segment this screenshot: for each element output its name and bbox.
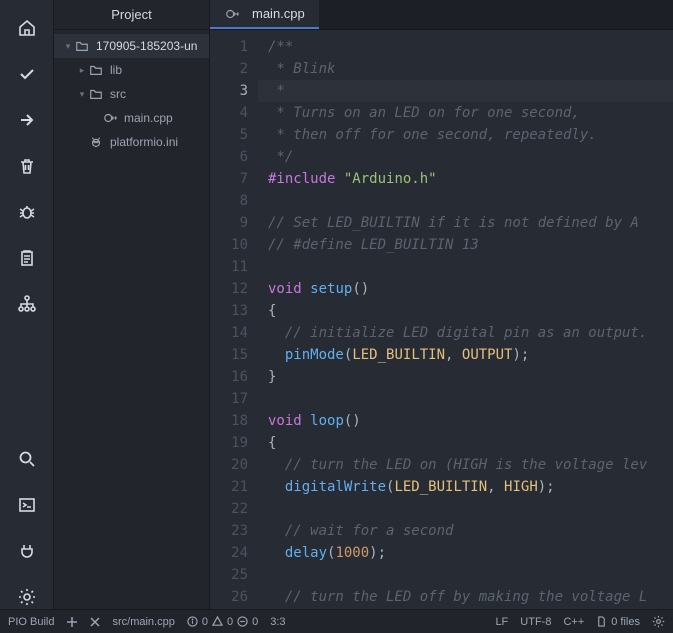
code-line — [258, 388, 673, 410]
home-icon[interactable] — [15, 16, 39, 40]
code-line: // turn the LED on (HIGH is the voltage … — [258, 454, 673, 476]
cpp-icon — [224, 7, 240, 21]
code-line: } — [258, 366, 673, 388]
bug-icon[interactable] — [15, 200, 39, 224]
status-bar: PIO Build src/main.cpp 0 0 0 3:3 LF UTF-… — [0, 609, 673, 633]
code-line: * Turns on an LED on for one second, — [258, 102, 673, 124]
code-line: delay(1000); — [258, 542, 673, 564]
terminal-icon[interactable] — [15, 493, 39, 517]
warning-icon — [212, 616, 223, 627]
error-icon — [237, 616, 248, 627]
pio-icon — [88, 135, 104, 149]
code-line: // wait for a second — [258, 520, 673, 542]
status-lang[interactable]: C++ — [563, 616, 584, 628]
tree-label: src — [110, 87, 126, 101]
status-eol[interactable]: LF — [495, 616, 508, 628]
code-line: * — [258, 80, 673, 102]
tab-label: main.cpp — [252, 6, 305, 21]
activity-bar — [0, 0, 54, 609]
line-gutter: 1234567891011121314151617181920212223242… — [210, 30, 258, 609]
status-build[interactable]: PIO Build — [8, 616, 54, 628]
code-line: /** — [258, 36, 673, 58]
tree-row[interactable]: platformio.ini — [54, 130, 209, 154]
tree-label: platformio.ini — [110, 135, 178, 149]
status-close[interactable] — [90, 617, 100, 627]
search-icon[interactable] — [15, 447, 39, 471]
project-panel: Project ▾ 170905-185203-un ▸ lib ▾ src main.cp… — [54, 0, 210, 609]
code-line: { — [258, 300, 673, 322]
code-line: pinMode(LED_BUILTIN, OUTPUT); — [258, 344, 673, 366]
editor-area: main.cpp 1234567891011121314151617181920… — [210, 0, 673, 609]
project-panel-title: Project — [54, 0, 209, 30]
cpp-icon — [102, 111, 118, 125]
code-line: // #define LED_BUILTIN 13 — [258, 234, 673, 256]
code-line — [258, 564, 673, 586]
clipboard-icon[interactable] — [15, 246, 39, 270]
tree-row[interactable]: ▸ lib — [54, 58, 209, 82]
tree-row[interactable]: ▾ src — [54, 82, 209, 106]
code-line: * then off for one second, repeatedly. — [258, 124, 673, 146]
disclosure-icon: ▾ — [76, 89, 88, 100]
arrow-right-icon[interactable] — [15, 108, 39, 132]
code-line: { — [258, 432, 673, 454]
tab-bar: main.cpp — [210, 0, 673, 30]
code-line: #include "Arduino.h" — [258, 168, 673, 190]
folder-icon — [88, 87, 104, 101]
code-line: */ — [258, 146, 673, 168]
status-files[interactable]: 0 files — [596, 616, 640, 628]
code-line: void setup() — [258, 278, 673, 300]
file-tree: ▾ 170905-185203-un ▸ lib ▾ src main.cpp platfor… — [54, 30, 209, 158]
file-icon — [596, 616, 607, 627]
plug-icon[interactable] — [15, 539, 39, 563]
status-cursor[interactable]: 3:3 — [270, 616, 285, 628]
gear-icon[interactable] — [15, 585, 39, 609]
disclosure-icon: ▾ — [62, 41, 74, 52]
check-icon[interactable] — [15, 62, 39, 86]
tree-label: 170905-185203-un — [96, 39, 197, 53]
code-line: // initialize LED digital pin as an outp… — [258, 322, 673, 344]
code-line: void loop() — [258, 410, 673, 432]
tree-row[interactable]: ▾ 170905-185203-un — [54, 34, 209, 58]
folder-icon — [74, 39, 90, 53]
code-line — [258, 498, 673, 520]
code-line — [258, 256, 673, 278]
info-icon — [187, 616, 198, 627]
trash-icon[interactable] — [15, 154, 39, 178]
code-line: * Blink — [258, 58, 673, 80]
tree-label: main.cpp — [124, 111, 173, 125]
code-lines: /** * Blink * * Turns on an LED on for o… — [258, 30, 673, 609]
status-add[interactable] — [66, 616, 78, 628]
hierarchy-icon[interactable] — [15, 292, 39, 316]
status-encoding[interactable]: UTF-8 — [520, 616, 551, 628]
disclosure-icon: ▸ — [76, 65, 88, 76]
code-line — [258, 190, 673, 212]
status-diagnostics[interactable]: 0 0 0 — [187, 616, 258, 628]
tab-main-cpp[interactable]: main.cpp — [210, 0, 319, 29]
code-line: // turn the LED off by making the voltag… — [258, 586, 673, 608]
status-path[interactable]: src/main.cpp — [112, 616, 174, 628]
tree-label: lib — [110, 63, 122, 77]
code-editor[interactable]: 1234567891011121314151617181920212223242… — [210, 30, 673, 609]
code-line: digitalWrite(LED_BUILTIN, HIGH); — [258, 476, 673, 498]
tree-row[interactable]: main.cpp — [54, 106, 209, 130]
code-line: // Set LED_BUILTIN if it is not defined … — [258, 212, 673, 234]
folder-icon — [88, 63, 104, 77]
gear-icon — [652, 615, 665, 628]
tab-bar-empty — [319, 0, 673, 29]
status-settings[interactable] — [652, 615, 665, 628]
